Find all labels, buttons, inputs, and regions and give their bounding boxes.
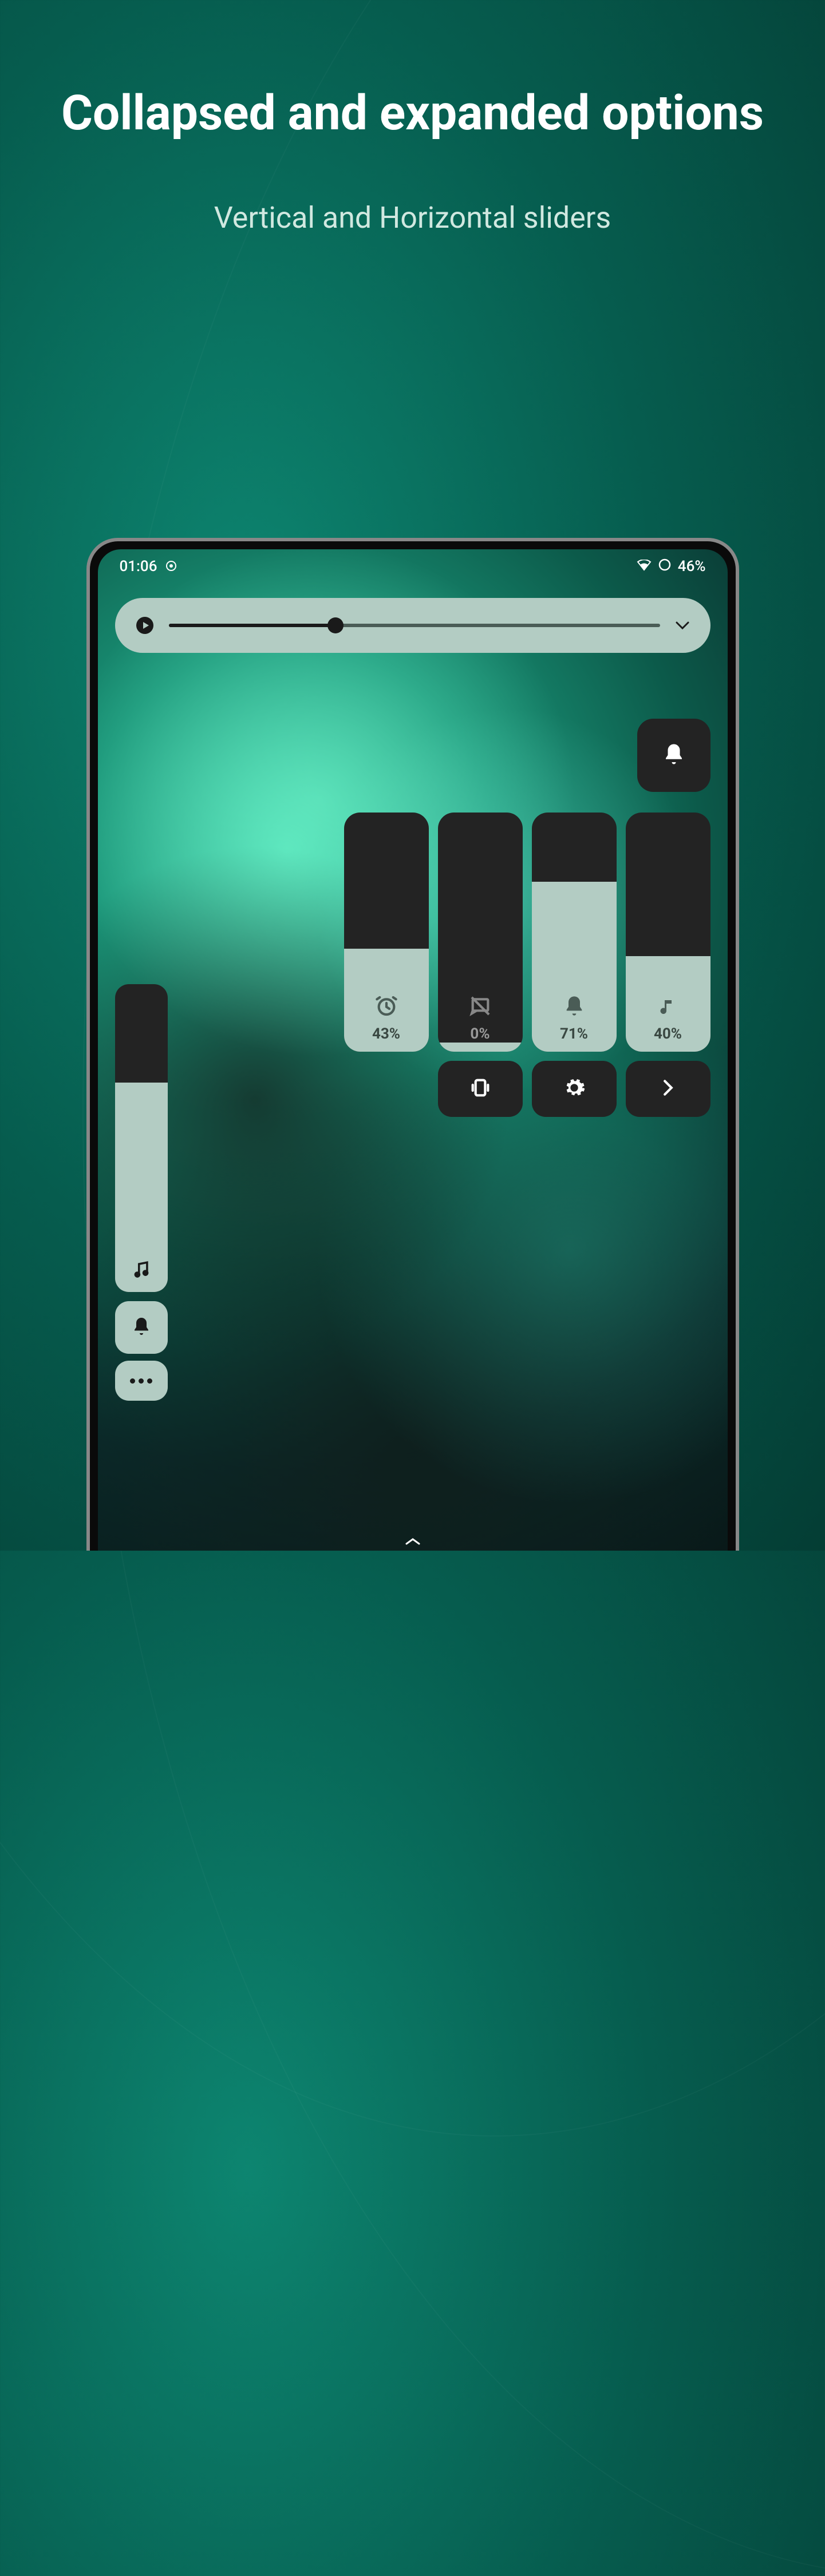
- play-button[interactable]: [135, 615, 155, 636]
- dot-icon: [130, 1378, 135, 1384]
- nav-up-indicator[interactable]: [404, 1537, 421, 1551]
- battery-icon: [658, 558, 671, 575]
- expand-button[interactable]: [674, 621, 691, 629]
- horizontal-player-slider[interactable]: [115, 598, 710, 653]
- ring-slider[interactable]: 71%: [532, 813, 617, 1052]
- phone-frame: 01:06 46%: [86, 538, 739, 1551]
- record-icon: [166, 558, 176, 575]
- music-note-icon: [658, 997, 678, 1020]
- horizontal-thumb[interactable]: [327, 617, 344, 633]
- next-button[interactable]: [626, 1061, 710, 1117]
- status-bar: 01:06 46%: [98, 549, 728, 584]
- wifi-icon: [637, 558, 652, 575]
- horizontal-track-fill: [169, 624, 336, 627]
- media-slider-label: 40%: [654, 1025, 682, 1043]
- settings-button[interactable]: [532, 1061, 617, 1117]
- collapsed-notification-button[interactable]: [115, 1301, 168, 1354]
- action-row: [438, 1061, 710, 1117]
- music-note-icon: [132, 1260, 151, 1282]
- notification-toggle[interactable]: [637, 719, 710, 792]
- settings-icon: [563, 1076, 586, 1101]
- ring-slider-label: 71%: [560, 1025, 588, 1043]
- dot-icon: [147, 1378, 152, 1384]
- collapsed-more-button[interactable]: [115, 1361, 168, 1401]
- chat-off-icon: [469, 994, 492, 1020]
- horizontal-track[interactable]: [169, 624, 660, 627]
- bell-icon: [662, 742, 686, 768]
- phone-screen: 01:06 46%: [98, 549, 728, 1551]
- chat-slider-label: 0%: [470, 1025, 490, 1043]
- chat-slider[interactable]: 0%: [438, 813, 523, 1052]
- chevron-right-icon: [661, 1080, 675, 1098]
- alarm-slider-label: 43%: [372, 1025, 400, 1043]
- bell-icon: [131, 1316, 152, 1339]
- alarm-icon: [375, 994, 398, 1020]
- vibrate-icon: [469, 1076, 492, 1101]
- vertical-slider-group: 43% 0% 71%: [344, 813, 710, 1052]
- media-slider[interactable]: 40%: [626, 813, 710, 1052]
- status-time: 01:06: [120, 558, 157, 575]
- dot-icon: [139, 1378, 144, 1384]
- status-battery: 46%: [678, 558, 706, 575]
- vibrate-button[interactable]: [438, 1061, 523, 1117]
- bell-icon: [563, 994, 586, 1020]
- collapsed-media-slider[interactable]: [115, 984, 168, 1292]
- alarm-slider[interactable]: 43%: [344, 813, 429, 1052]
